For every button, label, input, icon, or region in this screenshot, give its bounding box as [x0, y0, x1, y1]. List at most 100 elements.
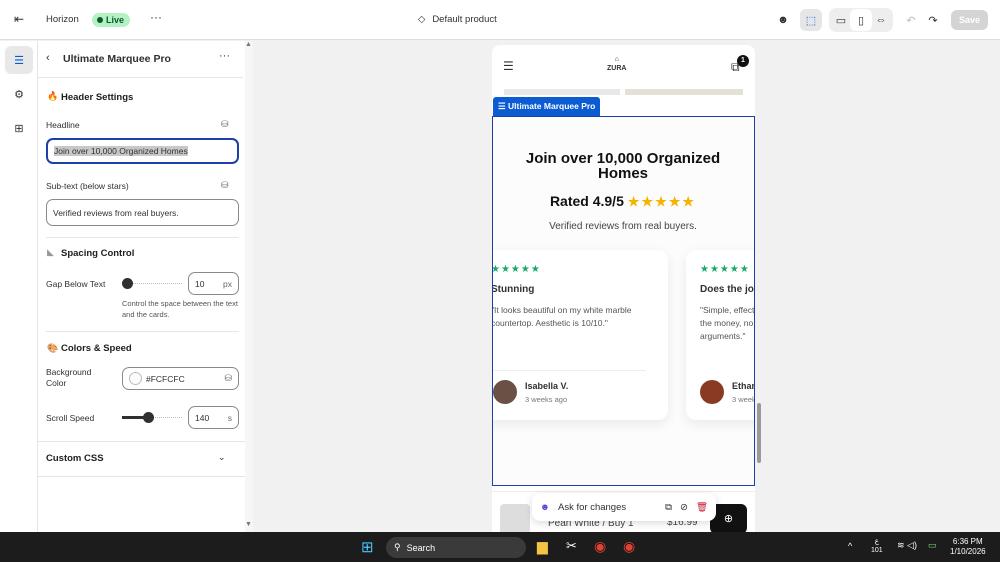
panel-scrollbar[interactable]: ▲ ▼ [245, 41, 253, 532]
dynamic-source-icon[interactable]: ⛁ [221, 180, 229, 191]
preview-scrollbar[interactable] [757, 403, 761, 463]
more-icon[interactable]: ··· [150, 10, 162, 24]
color-swatch[interactable] [129, 372, 142, 385]
hamburger-menu-icon[interactable]: ☰ [503, 59, 514, 73]
save-button[interactable]: Save [951, 10, 988, 30]
headline-input[interactable]: Join over 10,000 Organized Homes [46, 138, 239, 164]
language-indicator[interactable]: ع 101 [871, 537, 883, 555]
gap-label: Gap Below Text [46, 279, 106, 289]
dynamic-source-icon[interactable]: ⛁ [221, 119, 229, 130]
subtext-label: Sub-text (below stars) [46, 181, 129, 191]
review-card: ★★★★★ Stunning "It looks beautiful on my… [492, 250, 668, 420]
ai-icon[interactable]: ☻ [772, 9, 794, 31]
reviewer-name: Isabella V. [525, 381, 569, 391]
live-badge: Live [92, 13, 131, 27]
template-selector[interactable]: ◇ Default product [418, 14, 497, 25]
fire-icon: 🔥 [47, 91, 59, 101]
hide-icon[interactable]: ⊘ [680, 502, 688, 513]
panel-title: Ultimate Marquee Pro [63, 53, 171, 65]
wifi-icon[interactable]: ≋ ◁) [897, 540, 917, 551]
chevron-up-icon[interactable]: ^ [848, 541, 852, 551]
marquee-subtext: Verified reviews from real buyers. [549, 221, 697, 232]
tag-icon: ◇ [418, 14, 426, 25]
product-thumbnail [500, 504, 530, 532]
gap-input[interactable]: 10 px [188, 272, 239, 295]
mobile-view-icon[interactable]: ▯ [850, 9, 872, 31]
ruler-icon: ◣ [47, 247, 54, 257]
search-icon: ⚲ [394, 542, 401, 552]
chevron-down-icon[interactable]: ⌄ [218, 452, 226, 463]
bg-color-label: Background Color [46, 367, 92, 388]
custom-css-heading[interactable]: Custom CSS [46, 453, 104, 464]
product-image [625, 89, 743, 95]
review-stars: ★★★★★ [700, 264, 750, 275]
section-tag[interactable]: ☰ Ultimate Marquee Pro [493, 97, 601, 116]
divider [38, 441, 245, 442]
windows-start-icon[interactable]: ⊞ [361, 538, 374, 556]
undo-icon[interactable]: ↶ [900, 9, 922, 31]
divider [46, 237, 239, 238]
reviewer-avatar [700, 380, 724, 404]
duplicate-icon[interactable]: ⧉ [665, 502, 672, 513]
floating-toolbar: ☻ Ask for changes ⧉ ⊘ 🗑 [532, 493, 716, 521]
top-bar: ⇤ Horizon Live ··· ◇ Default product ☻ ⬚ … [0, 0, 1000, 40]
icon-rail: ☰ ⚙ ⊞ [0, 41, 38, 532]
bg-color-input[interactable]: #FCFCFC ⛁ [122, 367, 239, 390]
store-name: Horizon [46, 14, 79, 25]
delete-icon[interactable]: 🗑 [696, 502, 708, 513]
windows-taskbar: ⊞ ⚲ Search ▆ ✂ ◉ ◉ ^ ع 101 ≋ ◁) ▭ 6:36 PM 1… [0, 532, 1000, 562]
palette-icon: 🎨 [47, 343, 59, 353]
sections-icon[interactable]: ☰ [5, 46, 33, 74]
desktop-view-icon[interactable]: ▭ [830, 9, 852, 31]
spacing-heading: Spacing Control [61, 248, 135, 259]
clock[interactable]: 6:36 PM 1/10/2026 [950, 537, 986, 557]
review-card: ★★★★★ Does the job "Simple, effective. W… [686, 250, 755, 420]
reviewer-name: Ethan [732, 381, 755, 391]
file-explorer-icon[interactable]: ▆ [537, 538, 548, 555]
speed-label: Scroll Speed [46, 413, 95, 423]
headline-label: Headline [46, 120, 80, 130]
rating-row: Rated 4.9/5 ★★★★★ [549, 193, 697, 209]
gap-help-text: Control the space between the text and t… [122, 299, 238, 319]
fullscreen-view-icon[interactable]: ⇔ [870, 9, 892, 31]
back-icon[interactable]: ‹ [46, 52, 50, 64]
redo-icon[interactable]: ↷ [922, 9, 944, 31]
taskbar-search[interactable]: ⚲ Search [386, 537, 526, 558]
subtext-input[interactable]: Verified reviews from real buyers. [46, 199, 239, 226]
speed-input[interactable]: 140 s [188, 406, 239, 429]
exit-icon[interactable]: ⇤ [14, 12, 24, 26]
review-title: Does the job [700, 284, 755, 295]
ask-for-changes-button[interactable]: Ask for changes [558, 502, 657, 513]
review-body: "Simple, effective. Worth the money, no … [700, 305, 755, 341]
marquee-section[interactable]: Join over 10,000 Organized Homes Rated 4… [492, 116, 755, 486]
marquee-headline: Join over 10,000 Organized Homes [525, 150, 721, 182]
gap-slider-thumb[interactable] [122, 278, 133, 289]
cart-count-badge: 1 [737, 55, 749, 67]
apps-icon[interactable]: ⊞ [8, 117, 30, 139]
colors-heading: Colors & Speed [61, 343, 132, 354]
review-body: "It looks beautiful on my white marble c… [492, 305, 632, 328]
review-stars: ★★★★★ [492, 264, 541, 275]
divider [38, 77, 243, 78]
store-logo[interactable]: ⌂ ZURA [607, 55, 626, 73]
settings-gear-icon[interactable]: ⚙ [8, 83, 30, 105]
mobile-preview: ☰ ⌂ ZURA ⧉ 1 ☰ Ultimate Marquee Pro Join … [492, 45, 755, 532]
header-settings-heading: Header Settings [61, 92, 134, 103]
chrome-icon[interactable]: ◉ [623, 538, 635, 555]
divider [38, 476, 245, 477]
review-time: 3 weeks ago [525, 395, 568, 404]
speed-slider-thumb[interactable] [143, 412, 154, 423]
divider [46, 331, 239, 332]
divider [493, 370, 646, 371]
settings-panel: ‹ Ultimate Marquee Pro ··· 🔥 Header Sett… [38, 41, 245, 532]
dynamic-source-icon[interactable]: ⛁ [224, 373, 232, 384]
snipping-tool-icon[interactable]: ✂ [566, 538, 577, 554]
review-title: Stunning [492, 284, 535, 295]
product-image [504, 89, 620, 95]
chrome-icon[interactable]: ◉ [594, 538, 606, 555]
battery-icon[interactable]: ▭ [928, 540, 937, 551]
reviewer-avatar [493, 380, 517, 404]
review-time: 3 weeks ago [732, 395, 754, 404]
panel-more-icon[interactable]: ··· [219, 50, 230, 62]
inspector-button[interactable]: ⬚ [800, 9, 822, 31]
